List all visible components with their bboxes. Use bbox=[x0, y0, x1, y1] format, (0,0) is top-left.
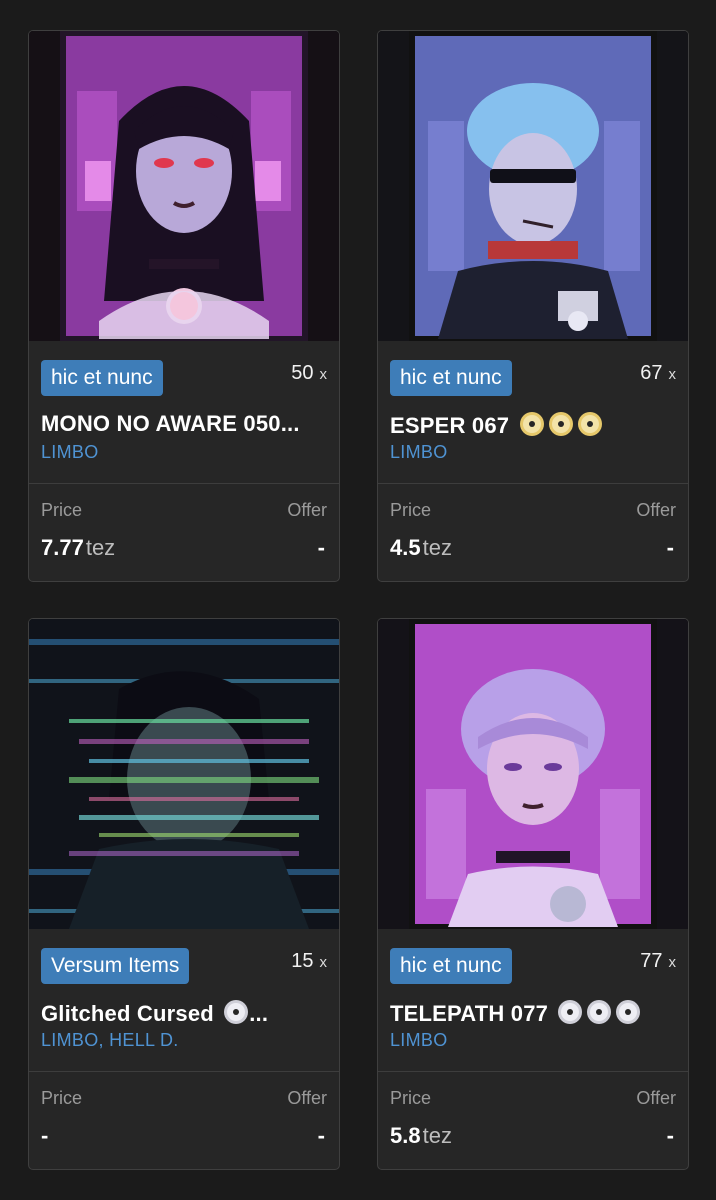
platform-badge[interactable]: Versum Items bbox=[41, 948, 190, 984]
artwork-thumbnail[interactable] bbox=[378, 619, 688, 929]
price-value: - bbox=[41, 1123, 49, 1148]
artwork-thumbnail[interactable] bbox=[378, 31, 688, 341]
offer-value: - bbox=[666, 535, 674, 560]
artist-link[interactable]: LIMBO bbox=[390, 442, 448, 463]
price-value: 7.77tez bbox=[41, 535, 116, 560]
artist-link[interactable]: LIMBO bbox=[390, 1030, 448, 1051]
offer-label: Offer bbox=[287, 500, 327, 520]
nft-card-telepath[interactable]: hic et nunc 77 x TELEPATH 077 LIMBO Price… bbox=[377, 618, 689, 1170]
offer-value: - bbox=[317, 1123, 325, 1148]
artwork-thumbnail[interactable] bbox=[29, 31, 339, 341]
price-label: Price bbox=[41, 1088, 83, 1108]
price-label: Price bbox=[390, 500, 432, 520]
optical-disc-icon bbox=[577, 411, 603, 443]
platform-badge[interactable]: hic et nunc bbox=[390, 360, 512, 396]
divider bbox=[378, 1071, 688, 1072]
offer-value: - bbox=[666, 1123, 674, 1148]
offer-label: Offer bbox=[636, 500, 676, 520]
edition-count: 15 x bbox=[291, 950, 327, 972]
nft-card-mono-no-aware[interactable]: hic et nunc 50 x MONO NO AWARE 050... LIM… bbox=[28, 30, 340, 582]
optical-disc-icon bbox=[519, 411, 545, 443]
artwork-image bbox=[29, 31, 339, 341]
price-value: 4.5tez bbox=[390, 535, 452, 560]
artist-link[interactable]: LIMBO, HELL D. bbox=[41, 1030, 179, 1051]
artwork-image bbox=[29, 619, 339, 929]
edition-count: 50 x bbox=[291, 362, 327, 384]
edition-count: 67 x bbox=[640, 362, 676, 384]
optical-disc-icon bbox=[548, 411, 574, 443]
nft-title[interactable]: TELEPATH 077 bbox=[390, 999, 676, 1031]
nft-card-glitched-cursed[interactable]: Versum Items 15 x Glitched Cursed ... LIM… bbox=[28, 618, 340, 1170]
price-value: 5.8tez bbox=[390, 1123, 452, 1148]
offer-label: Offer bbox=[287, 1088, 327, 1108]
artwork-image bbox=[378, 619, 688, 929]
artist-link[interactable]: LIMBO bbox=[41, 442, 99, 463]
divider bbox=[29, 1071, 339, 1072]
nft-title[interactable]: Glitched Cursed ... bbox=[41, 999, 327, 1031]
divider bbox=[29, 483, 339, 484]
nft-card-esper[interactable]: hic et nunc 67 x ESPER 067 LIMBO Price Of… bbox=[377, 30, 689, 582]
nft-title[interactable]: ESPER 067 bbox=[390, 411, 676, 443]
divider bbox=[378, 483, 688, 484]
optical-disc-icon bbox=[586, 999, 612, 1031]
price-label: Price bbox=[390, 1088, 432, 1108]
platform-badge[interactable]: hic et nunc bbox=[41, 360, 163, 396]
optical-disc-icon bbox=[223, 999, 249, 1031]
offer-label: Offer bbox=[636, 1088, 676, 1108]
offer-value: - bbox=[317, 535, 325, 560]
nft-title[interactable]: MONO NO AWARE 050... bbox=[41, 411, 327, 437]
price-label: Price bbox=[41, 500, 83, 520]
platform-badge[interactable]: hic et nunc bbox=[390, 948, 512, 984]
artwork-thumbnail[interactable] bbox=[29, 619, 339, 929]
edition-count: 77 x bbox=[640, 950, 676, 972]
optical-disc-icon bbox=[557, 999, 583, 1031]
optical-disc-icon bbox=[615, 999, 641, 1031]
artwork-image bbox=[378, 31, 688, 341]
